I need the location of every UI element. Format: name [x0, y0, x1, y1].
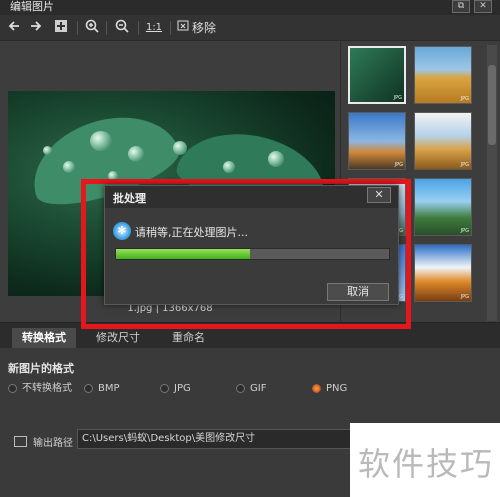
radio-bmp[interactable]: BMP	[84, 382, 120, 396]
radio-jpg[interactable]: JPG	[160, 382, 191, 396]
window-title: 编辑图片	[10, 0, 54, 13]
zoom-out-icon[interactable]	[114, 19, 130, 37]
radio-gif[interactable]: GIF	[236, 382, 266, 396]
vertical-scrollbar[interactable]	[487, 45, 497, 321]
progress-bar	[115, 248, 390, 260]
dialog-titlebar: 批处理 ✕	[105, 186, 398, 208]
tab-convert-format[interactable]: 转换格式	[12, 328, 76, 349]
arrow-right-icon[interactable]	[28, 19, 44, 37]
batch-dialog: 批处理 ✕ ✻ 请稍等,正在处理图片... 取消	[104, 185, 399, 305]
tab-rename[interactable]: 重命名	[162, 328, 215, 349]
loading-icon: ✻	[113, 222, 131, 240]
watermark: 软件技巧	[350, 423, 500, 497]
arrow-left-icon[interactable]	[6, 19, 22, 37]
remove-icon	[176, 19, 190, 37]
thumbnail[interactable]: JPG	[414, 112, 472, 170]
restore-button[interactable]: ⧉	[452, 0, 470, 13]
toolbar-separator	[170, 21, 171, 35]
progress-fill	[116, 249, 250, 259]
toolbar: 1:1 移除	[0, 15, 500, 41]
output-path-label: 输出路径	[33, 438, 73, 449]
close-window-button[interactable]: ✕	[474, 0, 492, 13]
toolbar-separator	[106, 21, 107, 35]
window-titlebar: 编辑图片 ⧉ ✕	[0, 0, 500, 15]
actual-size-button[interactable]: 1:1	[143, 19, 165, 37]
dialog-message: 请稍等,正在处理图片...	[135, 226, 248, 239]
add-icon[interactable]	[53, 19, 69, 37]
watermark-text: 软件技巧	[358, 445, 495, 483]
radio-png[interactable]: PNG	[312, 382, 347, 396]
thumbnail[interactable]: JPG	[348, 112, 406, 170]
cancel-button[interactable]: 取消	[327, 283, 389, 301]
thumbnail[interactable]: JPG	[414, 244, 472, 302]
scrollbar-thumb[interactable]	[488, 65, 496, 145]
remove-button[interactable]: 移除	[192, 19, 226, 37]
folder-icon	[14, 436, 27, 447]
zoom-in-icon[interactable]	[84, 19, 100, 37]
toolbar-separator	[138, 21, 139, 35]
dialog-title: 批处理	[113, 192, 146, 205]
thumbnail[interactable]: JPG	[414, 178, 472, 236]
toolbar-separator	[77, 21, 78, 35]
output-path-field[interactable]: C:\Users\蚂蚁\Desktop\美图修改尺寸	[77, 429, 357, 449]
format-section-title: 新图片的格式	[8, 362, 74, 375]
dialog-close-button[interactable]: ✕	[367, 187, 391, 203]
thumbnail[interactable]: JPG	[414, 46, 472, 104]
thumbnail[interactable]: JPG	[348, 46, 406, 104]
tab-resize[interactable]: 修改尺寸	[86, 328, 150, 349]
radio-no-convert[interactable]: 不转换格式	[8, 382, 72, 396]
